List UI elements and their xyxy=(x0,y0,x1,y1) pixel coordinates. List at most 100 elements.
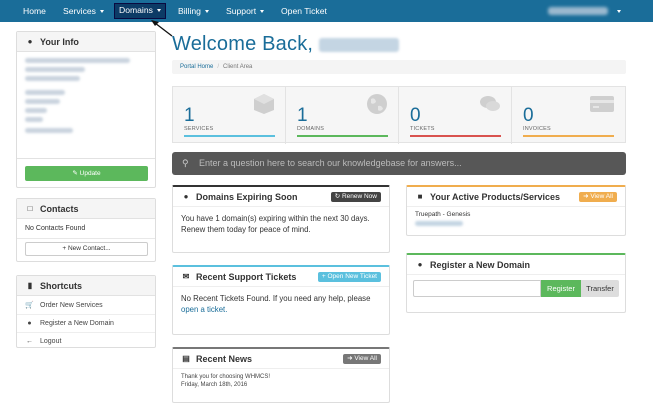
cart-icon: 🛒 xyxy=(25,302,34,309)
stat-label: TICKETS xyxy=(410,126,435,132)
open-ticket-link[interactable]: open a ticket. xyxy=(181,305,227,314)
welcome-text: Welcome Back, xyxy=(172,33,314,55)
credit-card-icon xyxy=(590,96,614,112)
domains-expiring-panel: ● Domains Expiring Soon ↻ Renew Now You h… xyxy=(172,185,390,253)
update-button[interactable]: ✎ Update xyxy=(25,166,148,181)
stat-label: INVOICES xyxy=(523,126,551,132)
breadcrumb: Portal Home / Client Area xyxy=(172,60,626,74)
globe-icon: ● xyxy=(27,320,32,327)
view-all-products-button[interactable]: ➜ View All xyxy=(579,192,617,202)
shortcuts-title: Shortcuts xyxy=(40,280,83,291)
recent-news-title: Recent News xyxy=(196,353,253,364)
cube-icon: ■ xyxy=(417,192,423,201)
news-item-date: Friday, March 18th, 2016 xyxy=(181,382,248,388)
transfer-button[interactable]: Transfer xyxy=(581,280,619,297)
comments-icon xyxy=(480,96,500,111)
news-item[interactable]: Thank you for choosing WHMCS! Friday, Ma… xyxy=(181,373,270,389)
contacts-title: Contacts xyxy=(40,203,79,214)
view-all-news-button[interactable]: ➜ View All xyxy=(343,354,381,364)
shortcuts-header: ▮ Shortcuts xyxy=(17,276,155,296)
pencil-icon: ✎ xyxy=(72,170,80,177)
nav-services-label: Services xyxy=(63,6,96,16)
support-tickets-text: No Recent Tickets Found. If you need any… xyxy=(181,293,385,315)
update-button-label: Update xyxy=(79,170,101,177)
user-icon: ● xyxy=(27,37,33,46)
stat-tickets[interactable]: 0 TICKETS xyxy=(399,87,512,144)
username-redacted xyxy=(318,37,399,52)
breadcrumb-current: Client Area xyxy=(223,64,253,70)
product-item[interactable]: Truepath - Genesis xyxy=(415,211,470,226)
top-navbar: Home Services Domains Billing Support Op… xyxy=(0,0,653,22)
shortcut-register-domain[interactable]: ● Register a New Domain xyxy=(17,314,155,332)
register-domain-title: Register a New Domain xyxy=(430,259,531,270)
stat-count: 0 xyxy=(410,105,421,126)
stat-label: DOMAINS xyxy=(297,126,325,132)
stat-count: 0 xyxy=(523,105,534,126)
register-domain-header: ● Register a New Domain xyxy=(407,255,625,275)
nav-billing-label: Billing xyxy=(178,6,201,16)
stat-services[interactable]: 1 SERVICES xyxy=(173,87,286,144)
shortcut-order-services[interactable]: 🛒 Order New Services xyxy=(17,296,155,314)
user-menu-name-redacted[interactable] xyxy=(548,7,608,15)
recent-news-panel: ▤ Recent News ➜ View All Thank you for ch… xyxy=(172,347,390,403)
support-tickets-title: Recent Support Tickets xyxy=(196,271,297,282)
product-domain-redacted xyxy=(415,221,463,226)
stat-bar xyxy=(410,135,501,137)
breadcrumb-home[interactable]: Portal Home xyxy=(180,64,213,70)
newspaper-icon: ▤ xyxy=(182,354,190,363)
folder-icon: □ xyxy=(27,204,33,213)
globe-icon: ● xyxy=(183,192,189,201)
stat-bar xyxy=(523,135,614,137)
stat-bar xyxy=(184,135,275,137)
support-tickets-panel: ✉ Recent Support Tickets + Open New Ticke… xyxy=(172,265,390,335)
domain-search-input[interactable] xyxy=(413,280,541,297)
chevron-down-icon xyxy=(260,10,265,14)
shortcut-logout[interactable]: ← Logout xyxy=(17,332,155,350)
breadcrumb-separator: / xyxy=(217,64,220,70)
stat-count: 1 xyxy=(297,105,308,126)
user-info-redacted xyxy=(25,58,130,133)
stat-label: SERVICES xyxy=(184,126,214,132)
chevron-down-icon[interactable] xyxy=(617,10,621,13)
open-new-ticket-label: Open New Ticket xyxy=(327,273,378,280)
nav-domains-label: Domains xyxy=(119,5,153,15)
comments-icon: ✉ xyxy=(182,272,190,281)
domains-expiring-text: You have 1 domain(s) expiring within the… xyxy=(181,214,370,234)
nav-domains[interactable]: Domains xyxy=(114,3,166,19)
chevron-down-icon xyxy=(99,10,104,14)
search-icon: ⚲ xyxy=(182,158,189,168)
nav-support[interactable]: Support xyxy=(226,0,265,22)
open-new-ticket-button[interactable]: + Open New Ticket xyxy=(317,272,381,282)
shortcuts-panel: ▮ Shortcuts 🛒 Order New Services ● Register… xyxy=(16,275,156,348)
shortcut-label: Order New Services xyxy=(40,301,103,309)
bookmark-icon: ▮ xyxy=(27,281,33,290)
renew-now-label: Renew Now xyxy=(341,193,377,200)
knowledgebase-search-input[interactable]: ⚲ Enter a question here to search our kn… xyxy=(172,152,626,175)
support-tickets-message: No Recent Tickets Found. If you need any… xyxy=(181,294,371,303)
contacts-header: □ Contacts xyxy=(17,199,155,219)
active-products-title: Your Active Products/Services xyxy=(430,191,561,202)
your-info-header: ● Your Info xyxy=(17,32,155,52)
nav-billing[interactable]: Billing xyxy=(178,0,209,22)
stat-invoices[interactable]: 0 INVOICES xyxy=(512,87,625,144)
renew-now-button[interactable]: ↻ Renew Now xyxy=(330,192,381,202)
your-info-title: Your Info xyxy=(40,36,79,47)
contacts-empty-text: No Contacts Found xyxy=(25,225,86,232)
page-title: Welcome Back, xyxy=(172,33,399,56)
stat-domains[interactable]: 1 DOMAINS xyxy=(286,87,399,144)
kb-search-placeholder: Enter a question here to search our know… xyxy=(199,158,462,168)
register-domain-panel: ● Register a New Domain Register Transfer xyxy=(406,253,626,313)
nav-services[interactable]: Services xyxy=(63,0,104,22)
view-all-products-label: View All xyxy=(590,193,613,200)
new-contact-button[interactable]: + New Contact... xyxy=(25,242,148,256)
stat-bar xyxy=(297,135,388,137)
cube-icon xyxy=(254,94,274,114)
view-all-news-label: View All xyxy=(354,355,377,362)
stat-count: 1 xyxy=(184,105,195,126)
chevron-down-icon xyxy=(156,9,161,13)
nav-home[interactable]: Home xyxy=(23,0,46,22)
register-button[interactable]: Register xyxy=(541,280,581,297)
shortcut-label: Register a New Domain xyxy=(40,320,114,327)
nav-open-ticket[interactable]: Open Ticket xyxy=(281,0,327,22)
globe-icon xyxy=(367,94,387,114)
